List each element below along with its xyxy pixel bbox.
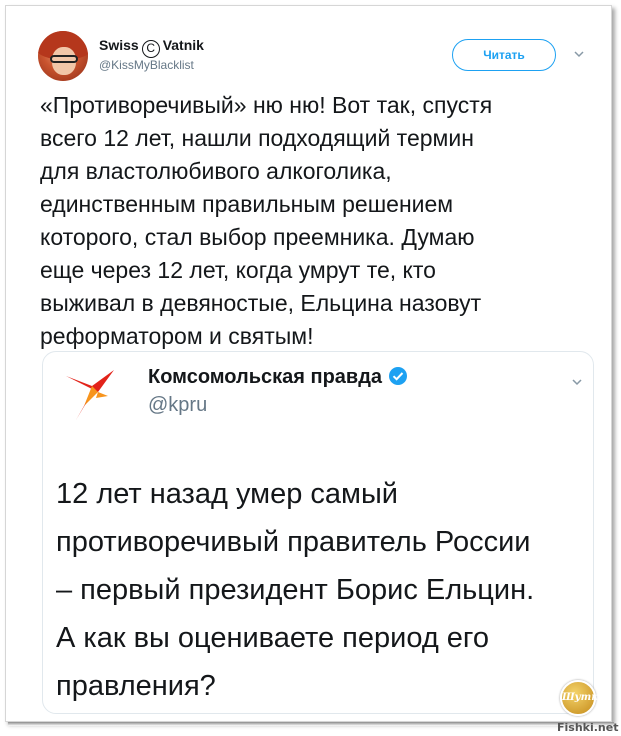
kp-swallow-logo-icon [66, 370, 114, 420]
quoted-tweet-text: 12 лет назад умер самый противоречивый п… [56, 478, 535, 702]
author-handle[interactable]: @KissMyBlacklist [99, 58, 194, 72]
author-name-last: Vatnik [162, 37, 204, 53]
quoted-author-name-text: Комсомольская правда [148, 366, 383, 388]
copyright-symbol-icon: C [141, 40, 160, 58]
quoted-author-name[interactable]: Комсомольская правда [148, 366, 408, 389]
quoted-tweet-card[interactable]: Комсомольская правда @kpru 12 лет назад … [42, 351, 594, 714]
quoted-chevron-down-icon[interactable] [571, 376, 583, 388]
follow-button[interactable]: Читать [452, 39, 556, 71]
verified-badge-icon [389, 367, 408, 385]
author-avatar[interactable] [38, 31, 88, 81]
author-name[interactable]: Swiss C Vatnik [99, 37, 204, 58]
quoted-author-handle[interactable]: @kpru [148, 394, 207, 417]
author-name-first: Swiss [99, 37, 139, 53]
watermark-badge: Шутка [560, 680, 605, 716]
tweet-text: «Противоречивый» ню ню! Вот так, спустя … [40, 92, 493, 349]
frame-shadow [8, 722, 614, 726]
chevron-down-icon[interactable] [573, 48, 585, 60]
watermark-site: Fishki.net [557, 721, 619, 734]
